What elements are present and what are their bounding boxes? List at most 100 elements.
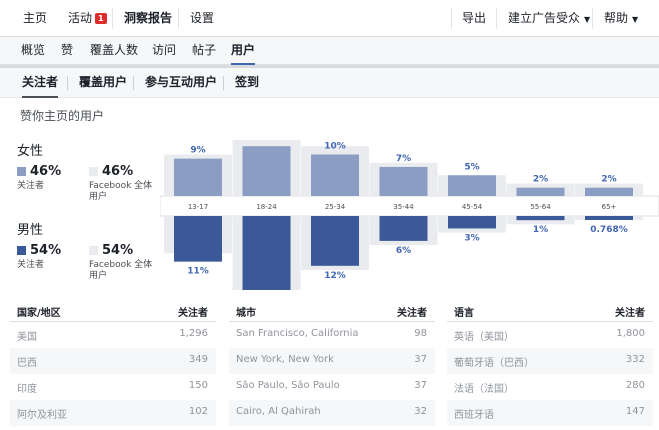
table-row[interactable]: 法语（法国） 280	[447, 374, 653, 400]
table-row[interactable]: 英语（美国） 1,800	[447, 322, 653, 348]
women-title: 女性	[17, 144, 44, 159]
divider	[67, 76, 68, 90]
men-data-label: 0.768%	[590, 225, 628, 235]
column-header: 语言	[454, 308, 474, 319]
men-fans-legend: 54% 关注者	[17, 243, 87, 283]
men-fans-bar	[379, 216, 428, 241]
export-label: 导出	[462, 11, 487, 25]
notification-badge: 1	[95, 13, 107, 24]
subnav-posts[interactable]: 帖子	[192, 37, 216, 65]
cell-value: 349	[188, 354, 208, 365]
men-title: 男性	[17, 223, 44, 238]
men-fans-bar	[448, 216, 496, 229]
nav-home[interactable]: 主页	[23, 0, 47, 37]
men-data-label: 6%	[396, 246, 411, 256]
age-tick-label: 18-24	[256, 203, 277, 211]
legend-swatch	[89, 246, 98, 255]
column-header: 城市	[236, 308, 256, 319]
nav-activity[interactable]: 活动 1	[68, 0, 107, 37]
cell-value: 147	[625, 406, 645, 417]
legend-value: 54%	[30, 243, 62, 258]
divider	[178, 8, 179, 29]
cell-name: 印度	[17, 384, 37, 395]
age-tick-label: 45-54	[462, 203, 483, 211]
subnav-likes[interactable]: 赞	[61, 37, 73, 65]
women-fans-bar	[516, 187, 565, 196]
age-tick-label: 25-34	[325, 203, 346, 211]
women-data-label: 2%	[533, 175, 548, 185]
table-row[interactable]: Cairo, Al Qahirah 32	[229, 400, 435, 426]
cell-value: 280	[625, 380, 645, 391]
cell-name: New York, New York	[236, 354, 334, 365]
table-row[interactable]: 印度 150	[10, 374, 216, 400]
cell-value: 37	[414, 380, 427, 391]
women-data-label: 12%	[256, 140, 278, 143]
section-title: 赞你主页的用户	[20, 109, 105, 123]
table-row[interactable]: 阿尔及利亚 102	[10, 400, 216, 426]
men-fans-bar	[516, 216, 565, 221]
nav-activity-label: 活动	[68, 11, 93, 25]
women-data-label: 10%	[324, 142, 346, 152]
women-fb-legend: 46% Facebook 全体用户	[89, 164, 159, 204]
women-fans-legend: 46% 关注者	[17, 164, 87, 204]
subnav-people[interactable]: 用户	[231, 37, 256, 65]
cell-name: 巴西	[17, 358, 37, 369]
women-fans-bar	[379, 166, 428, 196]
age-gender-chart: 9%11%13-1712%19%18-2410%12%25-347%6%35-4…	[160, 140, 659, 290]
table-row[interactable]: São Paulo, São Paulo 37	[229, 374, 435, 400]
cell-value: 332	[625, 354, 645, 365]
subnav-reach[interactable]: 覆盖人数	[90, 37, 138, 65]
legend-swatch	[89, 167, 98, 176]
language-table: 语言 关注者 英语（美国） 1,800 葡萄牙语（巴西） 332 法语（法国） 280…	[447, 298, 653, 430]
men-data-label: 3%	[464, 233, 479, 243]
cell-value: 98	[414, 328, 427, 339]
cell-value: 1,296	[179, 328, 208, 339]
tab-reached[interactable]: 覆盖用户	[79, 68, 127, 98]
export-button[interactable]: 导出	[462, 0, 486, 37]
subnav-overview[interactable]: 概览	[21, 37, 45, 65]
table-row[interactable]: 美国 1,296	[10, 322, 216, 348]
build-audience-button[interactable]: 建立广告受众 ▼	[508, 0, 590, 37]
table-header: 城市 关注者	[229, 298, 435, 322]
table-row[interactable]: New York, New York 37	[229, 348, 435, 374]
women-fans-bar	[448, 175, 496, 196]
table-header: 国家/地区 关注者	[10, 298, 216, 322]
nav-insights[interactable]: 洞察报告	[124, 0, 172, 37]
cell-name: San Francisco, California	[236, 328, 359, 339]
men-fans-bar	[174, 216, 222, 262]
women-fans-bar	[585, 187, 633, 196]
cell-value: 1,800	[616, 328, 645, 339]
men-fb-legend: 54% Facebook 全体用户	[89, 243, 159, 283]
legend-label: Facebook 全体用户	[89, 181, 153, 202]
women-fans-bar	[242, 146, 291, 196]
cell-name: 西班牙语	[454, 410, 494, 421]
nav-settings[interactable]: 设置	[190, 0, 214, 37]
legend-label: Facebook 全体用户	[89, 260, 153, 281]
men-fans-bar	[585, 216, 633, 220]
legend-label: 关注者	[17, 181, 45, 191]
men-data-label: 1%	[533, 225, 548, 235]
women-fans-bar	[174, 158, 222, 196]
nav-settings-label: 设置	[190, 11, 215, 25]
legend-swatch	[17, 167, 26, 176]
sub-nav: 概览 赞 覆盖人数 访问 帖子 用户	[0, 37, 659, 65]
column-header: 关注者	[615, 308, 645, 319]
subnav-visits[interactable]: 访问	[152, 37, 176, 65]
age-tick-label: 35-44	[393, 203, 414, 211]
legend-swatch	[17, 246, 26, 255]
women-data-label: 2%	[601, 175, 616, 185]
help-button[interactable]: 帮助 ▼	[604, 0, 638, 37]
men-data-label: 11%	[187, 267, 209, 277]
divider	[112, 8, 113, 29]
table-row[interactable]: 西班牙语 147	[447, 400, 653, 426]
tab-engaged[interactable]: 参与互动用户	[145, 68, 217, 98]
legend-label: 关注者	[17, 260, 45, 270]
table-row[interactable]: San Francisco, California 98	[229, 322, 435, 348]
tab-fans[interactable]: 关注者	[22, 68, 59, 98]
help-label: 帮助	[604, 11, 629, 25]
table-row[interactable]: 葡萄牙语（巴西） 332	[447, 348, 653, 374]
women-data-label: 7%	[396, 154, 411, 164]
demographics-tables: 国家/地区 关注者 美国 1,296 巴西 349 印度 150 阿尔及利亚 102 城…	[0, 298, 659, 430]
table-row[interactable]: 巴西 349	[10, 348, 216, 374]
tab-checkins[interactable]: 签到	[235, 68, 259, 98]
